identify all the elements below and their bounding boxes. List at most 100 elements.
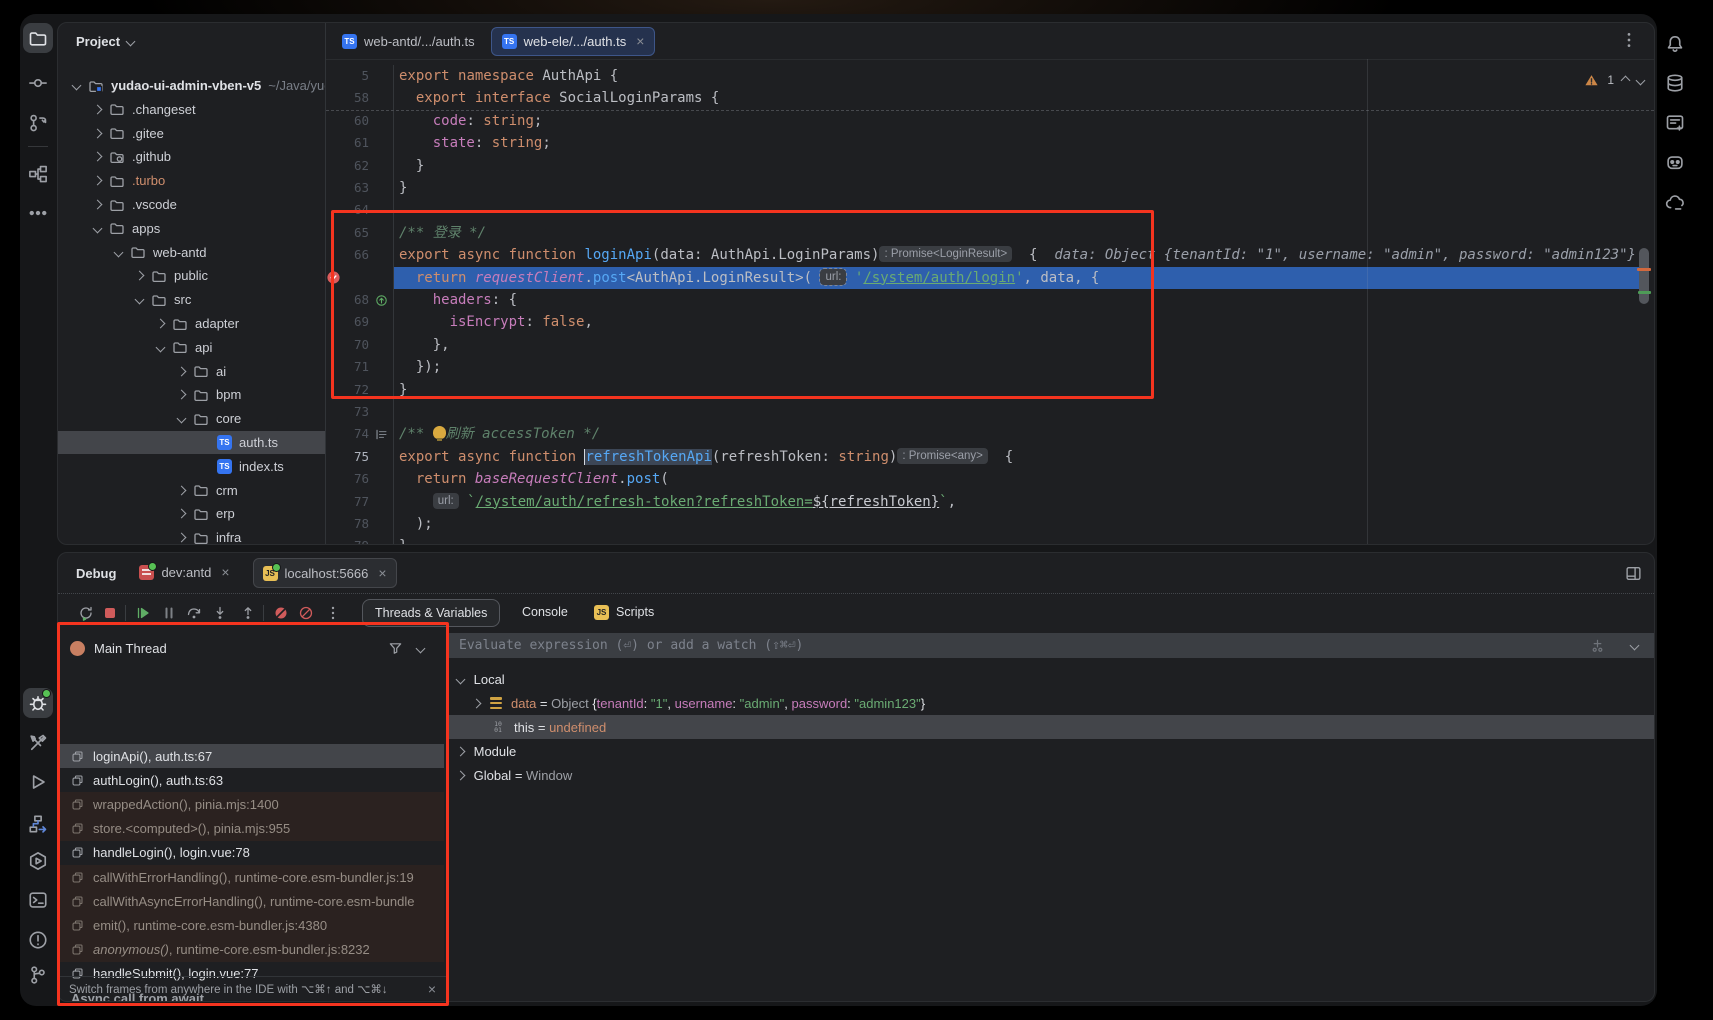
code-line-74[interactable]: 74/** 刷新 accessToken */	[326, 423, 1640, 445]
error-stripe-ok[interactable]	[1638, 291, 1651, 294]
tree-item-yudao-ui-admin-vben-v5[interactable]: yudao-ui-admin-vben-v5~/Java/yud	[58, 74, 326, 97]
chevron-down-icon[interactable]	[114, 247, 124, 257]
chevron-down-icon[interactable]	[456, 674, 466, 684]
tool-strip-version-control[interactable]	[23, 960, 53, 990]
tool-strip-build[interactable]	[23, 728, 53, 758]
tool-strip-http-client[interactable]	[1660, 108, 1690, 138]
chevron-down-icon[interactable]	[93, 223, 103, 233]
code-line-73[interactable]: 73	[326, 401, 1640, 423]
tree-item-public[interactable]: public	[58, 264, 326, 287]
tool-strip-database[interactable]	[1660, 68, 1690, 98]
gutter-list-icon[interactable]	[369, 428, 393, 441]
tree-item-web-antd[interactable]: web-antd	[58, 241, 326, 264]
tree-item-infra[interactable]: infra	[58, 526, 326, 544]
code-line-5[interactable]: 5export namespace AuthApi {	[326, 65, 1640, 87]
chevron-right-icon[interactable]	[472, 698, 482, 708]
chevron-right-icon[interactable]	[93, 128, 103, 138]
debug-session-tab-localhost5666[interactable]: JSlocalhost:5666×	[253, 558, 397, 588]
chevron-right-icon[interactable]	[177, 366, 187, 376]
chevron-right-icon[interactable]	[177, 509, 187, 519]
editor-gutter[interactable]: 78	[326, 513, 394, 535]
editor-gutter[interactable]: 73	[326, 401, 394, 423]
close-icon[interactable]: ×	[378, 566, 386, 580]
tree-item-.vscode[interactable]: .vscode	[58, 193, 326, 216]
chevron-right-icon[interactable]	[177, 390, 187, 400]
tree-item-.github[interactable]: .github	[58, 145, 326, 168]
tool-strip-debug[interactable]	[23, 688, 53, 718]
debug-pause-program-button[interactable]	[161, 605, 177, 621]
error-stripe-warning[interactable]	[1637, 268, 1651, 271]
tool-strip-run[interactable]	[23, 767, 53, 797]
variable-row-this[interactable]: 1001this = undefined	[447, 715, 1654, 739]
code-line-77[interactable]: 77 url: `/system/auth/refresh-token?refr…	[326, 491, 1640, 513]
editor-gutter[interactable]: 77	[326, 491, 394, 513]
chevron-right-icon[interactable]	[456, 746, 466, 756]
variable-row-Module[interactable]: Module	[447, 739, 1654, 763]
tool-strip-node-services[interactable]	[23, 846, 53, 876]
tree-item-bpm[interactable]: bpm	[58, 383, 326, 406]
tool-strip-problems[interactable]	[23, 925, 53, 955]
intention-bulb-icon[interactable]	[433, 426, 446, 439]
chevron-down-icon[interactable]	[1630, 641, 1640, 651]
tool-strip-project[interactable]	[23, 23, 53, 53]
editor-more-icon[interactable]	[1620, 31, 1638, 49]
tool-strip-structure[interactable]	[23, 159, 53, 189]
code-line-75[interactable]: 75export async function refreshTokenApi(…	[326, 446, 1640, 468]
chevron-right-icon[interactable]	[177, 485, 187, 495]
code-line-62[interactable]: 62 }	[326, 155, 1640, 177]
tree-item-erp[interactable]: erp	[58, 502, 326, 525]
variable-row-data[interactable]: data = Object {tenantId: "1", username: …	[447, 691, 1654, 715]
editor-gutter[interactable]: 5	[326, 65, 394, 87]
chevron-down-icon[interactable]	[156, 342, 166, 352]
code-line-58[interactable]: 58 export interface SocialLoginParams {	[326, 87, 1640, 109]
editor-gutter[interactable]: 60	[326, 110, 394, 132]
editor-gutter[interactable]: 76	[326, 468, 394, 490]
debug-session-tab-devantd[interactable]: dev:antd×	[130, 558, 238, 586]
chevron-down-icon[interactable]	[72, 81, 82, 91]
add-watch-icon[interactable]	[1590, 638, 1605, 653]
tree-item-api[interactable]: api	[58, 336, 326, 359]
code-line-63[interactable]: 63}	[326, 177, 1640, 199]
tree-item-.turbo[interactable]: .turbo	[58, 169, 326, 192]
tree-item-.changeset[interactable]: .changeset	[58, 98, 326, 121]
debug-resume-program-button[interactable]	[135, 605, 151, 621]
editor-gutter[interactable]: 58	[326, 87, 394, 109]
editor-gutter[interactable]: 74	[326, 423, 394, 445]
tool-strip-commit[interactable]	[23, 68, 53, 98]
tool-strip-notifications[interactable]	[1660, 29, 1690, 59]
code-line-78[interactable]: 78 );	[326, 513, 1640, 535]
chevron-right-icon[interactable]	[456, 770, 466, 780]
debug-view-tab-scripts[interactable]: JSScripts	[582, 599, 666, 625]
tool-strip-cloud-tools[interactable]	[1660, 187, 1690, 217]
debug-step-over-button[interactable]	[186, 605, 202, 621]
chevron-right-icon[interactable]	[93, 200, 103, 210]
code-line-79[interactable]: 79}	[326, 535, 1640, 544]
tree-item-adapter[interactable]: adapter	[58, 312, 326, 335]
tree-item-.gitee[interactable]: .gitee	[58, 122, 326, 145]
chevron-right-icon[interactable]	[93, 152, 103, 162]
tree-item-apps[interactable]: apps	[58, 217, 326, 240]
tool-strip-terminal[interactable]	[23, 885, 53, 915]
project-header[interactable]: Project	[76, 34, 134, 49]
debug-stop-button[interactable]	[102, 605, 118, 621]
debug-more-actions-button[interactable]	[325, 605, 341, 621]
close-icon[interactable]: ×	[221, 565, 229, 579]
tool-strip-more-tool-windows[interactable]	[23, 198, 53, 228]
tree-item-src[interactable]: src	[58, 288, 326, 311]
tree-item-core[interactable]: core	[58, 407, 326, 430]
tool-strip-services[interactable]	[23, 809, 53, 839]
variable-row-Global[interactable]: Global = Window	[447, 763, 1654, 787]
debug-view-breakpoints-button[interactable]	[298, 605, 314, 621]
code-line-76[interactable]: 76 return baseRequestClient.post(	[326, 468, 1640, 490]
chevron-right-icon[interactable]	[93, 176, 103, 186]
chevron-right-icon[interactable]	[156, 319, 166, 329]
chevron-right-icon[interactable]	[93, 104, 103, 114]
chevron-right-icon[interactable]	[135, 271, 145, 281]
editor-gutter[interactable]: 63	[326, 177, 394, 199]
chevron-down-icon[interactable]	[135, 295, 145, 305]
code-line-60[interactable]: 60 code: string;	[326, 110, 1640, 132]
debug-view-tab-console[interactable]: Console	[510, 599, 580, 625]
layout-settings-icon[interactable]	[1625, 565, 1642, 582]
close-icon[interactable]: ×	[636, 34, 644, 48]
editor-gutter[interactable]: 62	[326, 155, 394, 177]
